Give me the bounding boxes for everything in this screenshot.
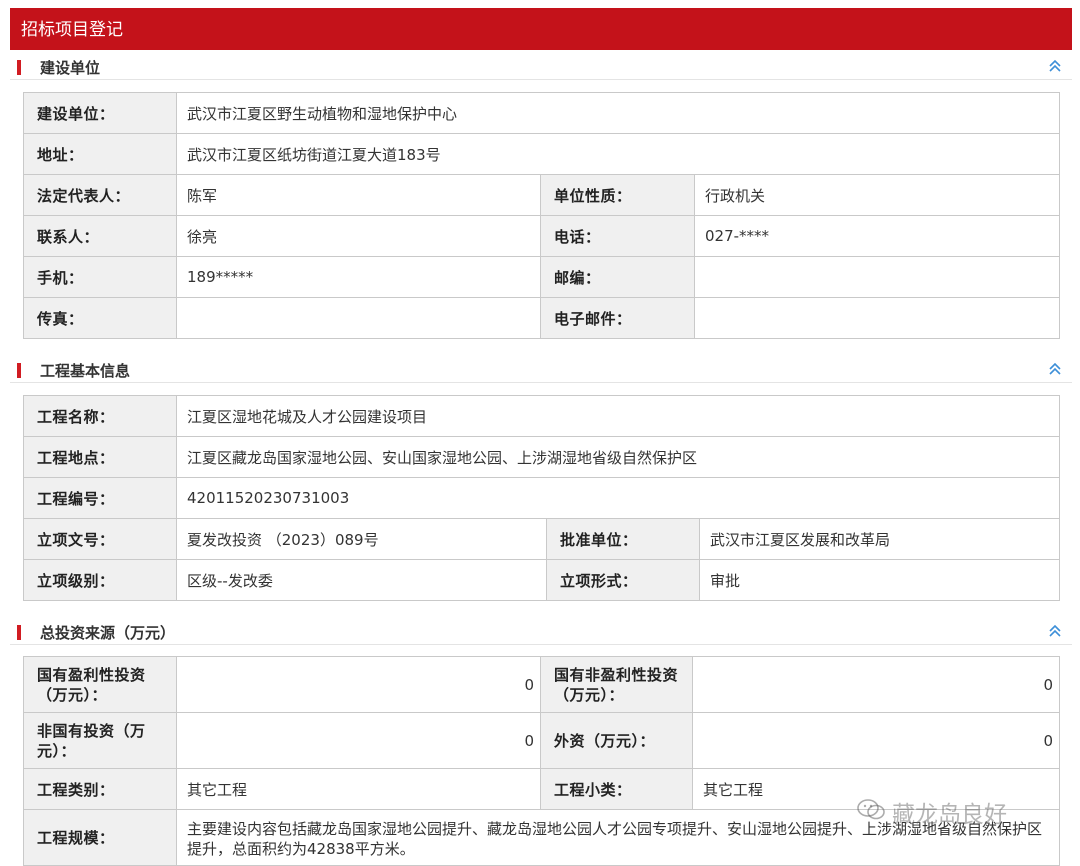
phone-value: 027-**** bbox=[693, 215, 1061, 257]
postcode-value bbox=[693, 256, 1061, 298]
section-header-project: 工程基本信息 bbox=[10, 355, 1072, 383]
field-label: 电子邮件： bbox=[540, 297, 695, 339]
table-row: 法定代表人： 陈军 单位性质： 行政机关 bbox=[23, 174, 1061, 216]
mobile-value: 189***** bbox=[176, 256, 541, 298]
field-label: 工程规模： bbox=[23, 809, 177, 866]
nonstate-value: 0 bbox=[176, 712, 541, 769]
field-label: 地址： bbox=[23, 133, 177, 175]
field-label: 工程小类： bbox=[540, 768, 693, 810]
section-title-investment: 总投资来源（万元） bbox=[40, 624, 176, 642]
watermark: 藏龙岛良好 bbox=[856, 796, 1056, 836]
approver-value: 武汉市江夏区发展和改革局 bbox=[698, 518, 1061, 560]
builder-unit-value: 武汉市江夏区野生动植物和湿地保护中心 bbox=[175, 92, 1061, 134]
table-row: 传真： 电子邮件： bbox=[23, 297, 1061, 339]
field-label: 联系人： bbox=[23, 215, 177, 257]
field-label: 国有非盈利性投资（万元）： bbox=[540, 656, 693, 713]
table-row: 建设单位： 武汉市江夏区野生动植物和湿地保护中心 bbox=[23, 92, 1061, 134]
field-label: 立项文号： bbox=[23, 518, 177, 560]
project-code-value: 42011520230731003 bbox=[175, 477, 1061, 519]
field-label: 工程名称： bbox=[23, 395, 177, 437]
double-chevron-up-icon[interactable] bbox=[1048, 361, 1062, 377]
field-label: 邮编： bbox=[540, 256, 695, 298]
foreign-value: 0 bbox=[692, 712, 1060, 769]
project-location-value: 江夏区藏龙岛国家湿地公园、安山国家湿地公园、上涉湖湿地省级自然保护区 bbox=[175, 436, 1061, 478]
field-label: 手机： bbox=[23, 256, 177, 298]
field-label: 外资（万元）： bbox=[540, 712, 693, 769]
table-row: 立项级别： 区级--发改委 立项形式： 审批 bbox=[23, 559, 1061, 601]
section-marker bbox=[17, 363, 21, 378]
fax-value bbox=[176, 297, 541, 339]
approval-level-value: 区级--发改委 bbox=[176, 559, 547, 601]
field-label: 立项级别： bbox=[23, 559, 177, 601]
page-title: 招标项目登记 bbox=[10, 8, 1072, 50]
field-label: 建设单位： bbox=[23, 92, 177, 134]
table-row: 联系人： 徐亮 电话： 027-**** bbox=[23, 215, 1061, 257]
section-title-builder: 建设单位 bbox=[40, 59, 101, 77]
field-label: 工程地点： bbox=[23, 436, 177, 478]
table-row: 手机： 189***** 邮编： bbox=[23, 256, 1061, 298]
section-header-investment: 总投资来源（万元） bbox=[10, 617, 1072, 645]
field-label: 非国有投资（万元）： bbox=[23, 712, 177, 769]
state-nonprofit-value: 0 bbox=[692, 656, 1060, 713]
legal-rep-value: 陈军 bbox=[176, 174, 541, 216]
field-label: 传真： bbox=[23, 297, 177, 339]
field-label: 电话： bbox=[540, 215, 695, 257]
field-label: 国有盈利性投资（万元）： bbox=[23, 656, 177, 713]
double-chevron-up-icon[interactable] bbox=[1048, 623, 1062, 639]
table-row: 国有盈利性投资（万元）： 0 国有非盈利性投资（万元）： 0 bbox=[23, 656, 1060, 713]
table-row: 非国有投资（万元）： 0 外资（万元）： 0 bbox=[23, 712, 1060, 769]
field-label: 单位性质： bbox=[540, 174, 695, 216]
wechat-icon bbox=[856, 797, 886, 835]
email-value bbox=[693, 297, 1061, 339]
state-profit-value: 0 bbox=[176, 656, 541, 713]
project-info-table: 工程名称： 江夏区湿地花城及人才公园建设项目 工程地点： 江夏区藏龙岛国家湿地公… bbox=[23, 395, 1061, 601]
double-chevron-up-icon[interactable] bbox=[1048, 58, 1062, 74]
field-label: 法定代表人： bbox=[23, 174, 177, 216]
contact-value: 徐亮 bbox=[176, 215, 541, 257]
approval-doc-value: 夏发改投资 （2023）089号 bbox=[176, 518, 547, 560]
section-marker bbox=[17, 625, 21, 640]
section-marker bbox=[17, 60, 21, 75]
section-title-project: 工程基本信息 bbox=[40, 362, 131, 380]
section-header-builder: 建设单位 bbox=[10, 52, 1072, 80]
builder-info-table: 建设单位： 武汉市江夏区野生动植物和湿地保护中心 地址： 武汉市江夏区纸坊街道江… bbox=[23, 92, 1061, 339]
address-value: 武汉市江夏区纸坊街道江夏大道183号 bbox=[175, 133, 1061, 175]
table-row: 工程名称： 江夏区湿地花城及人才公园建设项目 bbox=[23, 395, 1061, 437]
category-value: 其它工程 bbox=[176, 768, 541, 810]
approval-form-value: 审批 bbox=[698, 559, 1061, 601]
field-label: 立项形式： bbox=[546, 559, 700, 601]
table-row: 工程地点： 江夏区藏龙岛国家湿地公园、安山国家湿地公园、上涉湖湿地省级自然保护区 bbox=[23, 436, 1061, 478]
field-label: 批准单位： bbox=[546, 518, 700, 560]
table-row: 地址： 武汉市江夏区纸坊街道江夏大道183号 bbox=[23, 133, 1061, 175]
project-name-value: 江夏区湿地花城及人才公园建设项目 bbox=[175, 395, 1061, 437]
field-label: 工程编号： bbox=[23, 477, 177, 519]
watermark-text: 藏龙岛良好 bbox=[892, 802, 1007, 828]
field-label: 工程类别： bbox=[23, 768, 177, 810]
table-row: 工程编号： 42011520230731003 bbox=[23, 477, 1061, 519]
table-row: 立项文号： 夏发改投资 （2023）089号 批准单位： 武汉市江夏区发展和改革… bbox=[23, 518, 1061, 560]
unit-nature-value: 行政机关 bbox=[693, 174, 1061, 216]
